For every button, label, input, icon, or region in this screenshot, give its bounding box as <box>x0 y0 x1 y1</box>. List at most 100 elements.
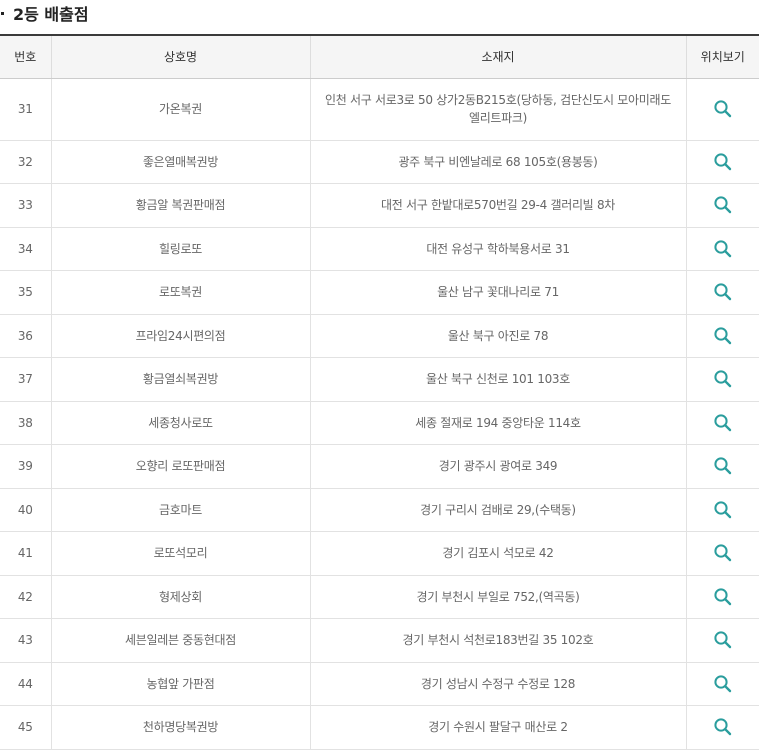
store-name: 금호마트 <box>50 488 310 532</box>
location-cell <box>685 227 759 271</box>
location-cell <box>685 705 759 750</box>
store-name: 로또복권 <box>50 270 310 315</box>
store-address: 울산 남구 꽃대나리로 71 <box>309 270 686 315</box>
store-address: 울산 북구 신천로 101 103호 <box>309 357 686 402</box>
store-name: 농협앞 가판점 <box>50 662 310 706</box>
header-no: 번호 <box>0 35 51 79</box>
search-icon[interactable] <box>713 500 733 520</box>
winning-stores-table: 번호 상호명 소재지 위치보기 31 가온복권 인천 서구 서로3로 50 상가2동… <box>0 34 759 750</box>
store-address: 인천 서구 서로3로 50 상가2동B215호(당하동, 검단신도시 모아미래도… <box>309 78 686 141</box>
row-number: 33 <box>0 183 51 228</box>
header-name: 상호명 <box>50 35 310 79</box>
row-number: 31 <box>0 78 51 141</box>
store-name: 힐링로또 <box>50 227 310 271</box>
row-number: 39 <box>0 444 51 489</box>
search-icon[interactable] <box>713 369 733 389</box>
table-row: 34 힐링로또 대전 유성구 학하북용서로 31 <box>0 227 759 271</box>
row-number: 44 <box>0 662 51 706</box>
store-address: 경기 광주시 광여로 349 <box>309 444 686 489</box>
location-cell <box>685 488 759 532</box>
store-address: 세종 절재로 194 중앙타운 114호 <box>309 401 686 445</box>
row-number: 32 <box>0 140 51 184</box>
table-row: 40 금호마트 경기 구리시 검배로 29,(수택동) <box>0 488 759 532</box>
store-name: 천하명당복권방 <box>50 705 310 750</box>
table-row: 33 황금알 복권판매점 대전 서구 한밭대로570번길 29-4 갤러리빌 8차 <box>0 183 759 228</box>
row-number: 37 <box>0 357 51 402</box>
store-name: 세종청사로또 <box>50 401 310 445</box>
section-title: 2등 배출점 <box>0 0 89 26</box>
store-name: 형제상회 <box>50 575 310 619</box>
header-location: 위치보기 <box>685 35 759 79</box>
search-icon[interactable] <box>713 630 733 650</box>
store-address: 대전 유성구 학하북용서로 31 <box>309 227 686 271</box>
location-cell <box>685 270 759 315</box>
search-icon[interactable] <box>713 674 733 694</box>
row-number: 35 <box>0 270 51 315</box>
location-cell <box>685 575 759 619</box>
section-title-text: 2등 배출점 <box>13 5 89 24</box>
table-row: 37 황금열쇠복권방 울산 북구 신천로 101 103호 <box>0 357 759 402</box>
table-row: 35 로또복권 울산 남구 꽃대나리로 71 <box>0 270 759 315</box>
location-cell <box>685 314 759 358</box>
row-number: 40 <box>0 488 51 532</box>
store-name: 로또석모리 <box>50 531 310 576</box>
row-number: 42 <box>0 575 51 619</box>
table-row: 42 형제상회 경기 부천시 부일로 752,(역곡동) <box>0 575 759 619</box>
store-address: 경기 부천시 부일로 752,(역곡동) <box>309 575 686 619</box>
bullet-icon <box>1 11 4 15</box>
location-cell <box>685 662 759 706</box>
store-name: 좋은열매복권방 <box>50 140 310 184</box>
store-address: 광주 북구 비엔날레로 68 105호(용봉동) <box>309 140 686 184</box>
row-number: 38 <box>0 401 51 445</box>
store-name: 황금열쇠복권방 <box>50 357 310 402</box>
search-icon[interactable] <box>713 543 733 563</box>
store-name: 프라임24시편의점 <box>50 314 310 358</box>
table-row: 39 오향리 로또판매점 경기 광주시 광여로 349 <box>0 444 759 489</box>
row-number: 36 <box>0 314 51 358</box>
location-cell <box>685 78 759 141</box>
store-address: 경기 구리시 검배로 29,(수택동) <box>309 488 686 532</box>
row-number: 43 <box>0 618 51 663</box>
row-number: 34 <box>0 227 51 271</box>
table-row: 44 농협앞 가판점 경기 성남시 수정구 수정로 128 <box>0 662 759 706</box>
location-cell <box>685 531 759 576</box>
search-icon[interactable] <box>713 587 733 607</box>
store-address: 경기 성남시 수정구 수정로 128 <box>309 662 686 706</box>
location-cell <box>685 401 759 445</box>
search-icon[interactable] <box>713 152 733 172</box>
table-header-row: 번호 상호명 소재지 위치보기 <box>0 35 759 79</box>
table-row: 41 로또석모리 경기 김포시 석모로 42 <box>0 531 759 576</box>
location-cell <box>685 444 759 489</box>
location-cell <box>685 183 759 228</box>
header-address: 소재지 <box>309 35 686 79</box>
search-icon[interactable] <box>713 326 733 346</box>
table-row: 32 좋은열매복권방 광주 북구 비엔날레로 68 105호(용봉동) <box>0 140 759 184</box>
search-icon[interactable] <box>713 717 733 737</box>
table-row: 45 천하명당복권방 경기 수원시 팔달구 매산로 2 <box>0 705 759 750</box>
store-address: 대전 서구 한밭대로570번길 29-4 갤러리빌 8차 <box>309 183 686 228</box>
store-name: 가온복권 <box>50 78 310 141</box>
location-cell <box>685 357 759 402</box>
location-cell <box>685 618 759 663</box>
search-icon[interactable] <box>713 456 733 476</box>
store-address: 울산 북구 아진로 78 <box>309 314 686 358</box>
store-name: 황금알 복권판매점 <box>50 183 310 228</box>
table-body: 31 가온복권 인천 서구 서로3로 50 상가2동B215호(당하동, 검단신도시… <box>0 78 759 750</box>
row-number: 41 <box>0 531 51 576</box>
search-icon[interactable] <box>713 282 733 302</box>
store-address: 경기 수원시 팔달구 매산로 2 <box>309 705 686 750</box>
table-row: 31 가온복권 인천 서구 서로3로 50 상가2동B215호(당하동, 검단신도시… <box>0 78 759 141</box>
search-icon[interactable] <box>713 195 733 215</box>
table-row: 38 세종청사로또 세종 절재로 194 중앙타운 114호 <box>0 401 759 445</box>
search-icon[interactable] <box>713 413 733 433</box>
search-icon[interactable] <box>713 239 733 259</box>
search-icon[interactable] <box>713 99 733 119</box>
store-address: 경기 김포시 석모로 42 <box>309 531 686 576</box>
store-name: 세븐일레븐 중동현대점 <box>50 618 310 663</box>
store-name: 오향리 로또판매점 <box>50 444 310 489</box>
table-row: 36 프라임24시편의점 울산 북구 아진로 78 <box>0 314 759 358</box>
location-cell <box>685 140 759 184</box>
store-address: 경기 부천시 석천로183번길 35 102호 <box>309 618 686 663</box>
row-number: 45 <box>0 705 51 750</box>
table-row: 43 세븐일레븐 중동현대점 경기 부천시 석천로183번길 35 102호 <box>0 618 759 663</box>
